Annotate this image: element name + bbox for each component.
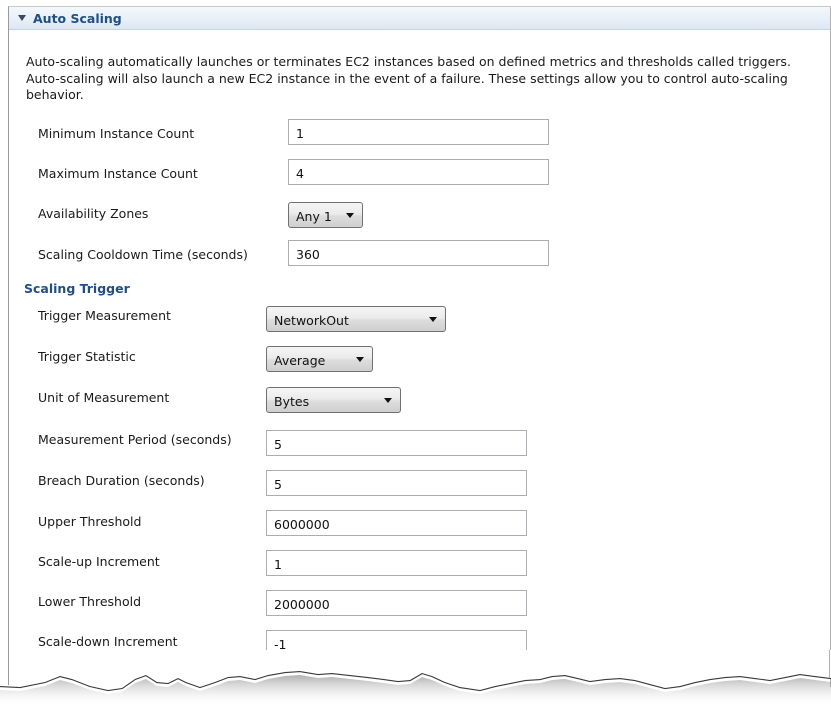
upper-threshold-field[interactable]: 6000000 [266,510,527,536]
upper-threshold-label: Upper Threshold [38,514,142,529]
availability-zones-value: Any 1 [296,209,332,224]
chevron-down-icon [346,213,354,218]
section-header-auto-scaling[interactable]: Auto Scaling [9,7,830,30]
trigger-measurement-value: NetworkOut [274,313,349,328]
breach-duration-field[interactable]: 5 [266,470,527,496]
chevron-down-icon [356,357,364,362]
section-title: Auto Scaling [33,10,122,26]
max-instance-field[interactable]: 4 [288,159,549,185]
trigger-statistic-label: Trigger Statistic [38,349,136,364]
trigger-measurement-dropdown[interactable]: NetworkOut [266,306,446,332]
breach-duration-label: Breach Duration (seconds) [38,473,205,488]
torn-paper-edge [0,650,831,707]
scaling-trigger-title: Scaling Trigger [24,281,130,296]
collapse-triangle-icon[interactable] [18,15,26,21]
auto-scaling-panel: Auto Scaling Auto-scaling automatically … [8,6,831,687]
unit-of-measurement-value: Bytes [274,394,310,409]
scale-down-increment-label: Scale-down Increment [38,634,178,649]
measurement-period-label: Measurement Period (seconds) [38,432,232,447]
scale-up-increment-label: Scale-up Increment [38,554,160,569]
availability-zones-label: Availability Zones [38,206,149,221]
lower-threshold-field[interactable]: 2000000 [266,590,527,616]
scale-up-increment-field[interactable]: 1 [266,550,527,576]
min-instance-field[interactable]: 1 [288,119,549,145]
section-description: Auto-scaling automatically launches or t… [26,54,791,102]
chevron-down-icon [429,317,437,322]
measurement-period-field[interactable]: 5 [266,430,527,456]
unit-of-measurement-label: Unit of Measurement [38,390,170,405]
trigger-measurement-label: Trigger Measurement [38,308,171,323]
max-instance-label: Maximum Instance Count [38,166,198,181]
trigger-statistic-dropdown[interactable]: Average [266,346,373,372]
trigger-statistic-value: Average [274,353,326,368]
cooldown-label: Scaling Cooldown Time (seconds) [38,247,248,262]
unit-of-measurement-dropdown[interactable]: Bytes [266,387,401,413]
chevron-down-icon [384,398,392,403]
min-instance-label: Minimum Instance Count [38,126,195,141]
cooldown-field[interactable]: 360 [288,240,549,266]
lower-threshold-label: Lower Threshold [38,594,142,609]
availability-zones-dropdown[interactable]: Any 1 [288,202,363,228]
